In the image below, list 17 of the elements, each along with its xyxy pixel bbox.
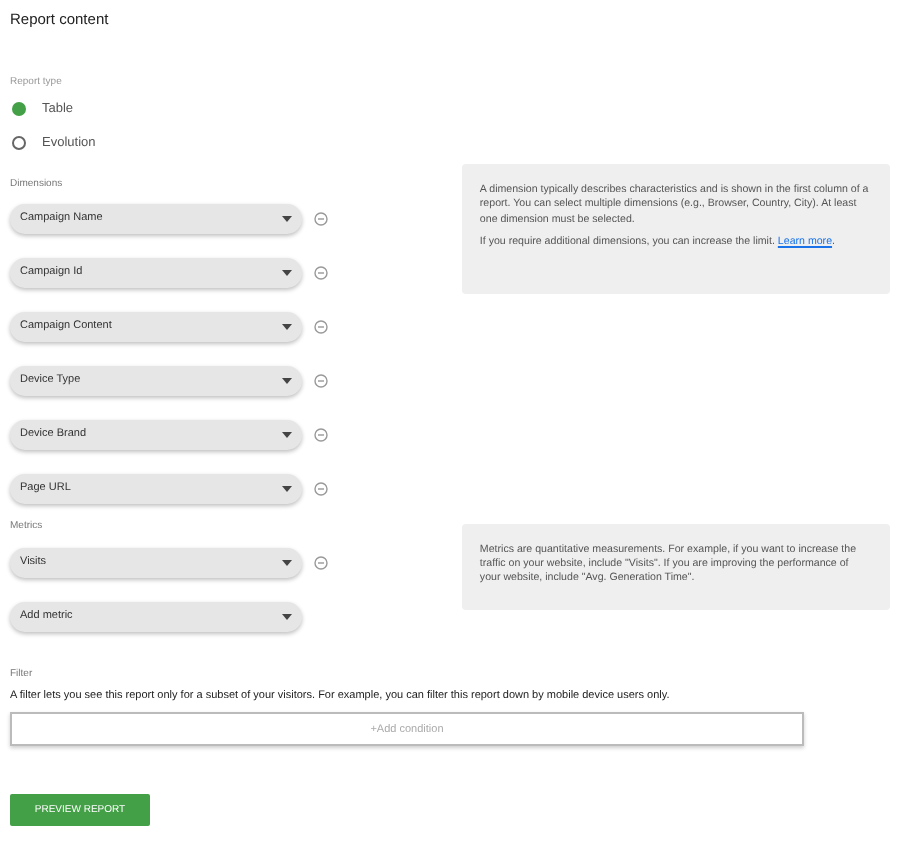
caret-icon <box>282 270 292 276</box>
remove-icon[interactable] <box>314 374 328 388</box>
caret-icon <box>282 432 292 438</box>
caret-icon <box>282 378 292 384</box>
radio-button[interactable] <box>12 136 26 151</box>
caret-icon <box>282 613 292 619</box>
remove-icon[interactable] <box>314 266 328 280</box>
remove-icon[interactable] <box>314 320 328 334</box>
remove-icon[interactable] <box>314 428 328 442</box>
remove-icon[interactable] <box>314 212 328 226</box>
radio-button[interactable] <box>12 102 26 117</box>
caret-icon <box>282 486 292 492</box>
caret-icon <box>282 216 292 222</box>
remove-icon[interactable] <box>314 555 328 569</box>
remove-icon[interactable] <box>314 482 328 496</box>
caret-icon <box>282 559 292 565</box>
caret-icon <box>282 324 292 330</box>
